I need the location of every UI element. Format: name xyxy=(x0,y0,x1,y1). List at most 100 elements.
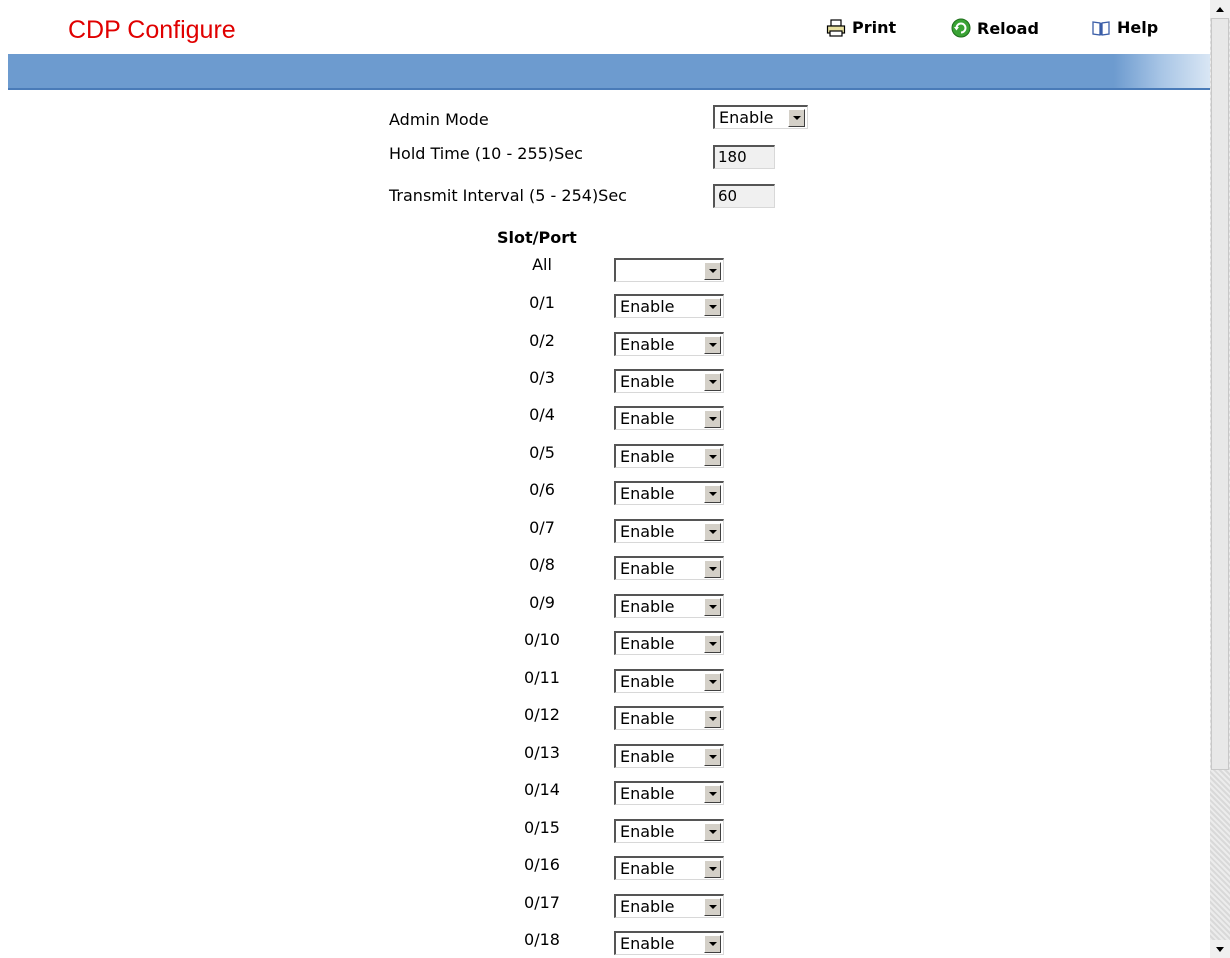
port-mode-select[interactable]: Enable xyxy=(614,856,724,880)
chevron-down-icon[interactable] xyxy=(704,559,721,578)
chevron-down-icon[interactable] xyxy=(704,822,721,841)
chevron-down-icon[interactable] xyxy=(704,859,721,878)
port-mode-value: Enable xyxy=(620,521,675,541)
page-content: CDP Configure Print Reload Help Admin Mo… xyxy=(0,0,1210,958)
port-label: 0/9 xyxy=(529,593,555,612)
port-mode-select[interactable]: Enable xyxy=(614,594,724,618)
scroll-down-button[interactable] xyxy=(1210,940,1230,958)
port-mode-value: Enable xyxy=(620,371,675,391)
admin-mode-value: Enable xyxy=(719,107,774,127)
header-bar-divider xyxy=(8,88,1210,90)
port-mode-select[interactable]: Enable xyxy=(614,706,724,730)
port-label: 0/7 xyxy=(529,518,555,537)
port-mode-select[interactable]: Enable xyxy=(614,781,724,805)
port-mode-value: Enable xyxy=(620,858,675,878)
port-mode-select[interactable]: Enable xyxy=(614,332,724,356)
port-label: 0/18 xyxy=(524,930,560,949)
port-mode-select[interactable]: Enable xyxy=(614,406,724,430)
chevron-down-icon[interactable] xyxy=(704,522,721,541)
port-label: 0/6 xyxy=(529,480,555,499)
port-mode-select[interactable]: Enable xyxy=(614,369,724,393)
chevron-down-icon[interactable] xyxy=(704,634,721,653)
chevron-down-icon[interactable] xyxy=(704,597,721,616)
port-label: 0/15 xyxy=(524,818,560,837)
port-label: 0/17 xyxy=(524,893,560,912)
print-label: Print xyxy=(852,18,897,37)
hold-time-label: Hold Time (10 - 255)Sec xyxy=(389,144,583,163)
slot-port-header: Slot/Port xyxy=(497,228,577,247)
port-label: 0/3 xyxy=(529,368,555,387)
chevron-down-icon[interactable] xyxy=(704,261,721,280)
chevron-down-icon[interactable] xyxy=(704,297,721,316)
port-label: 0/11 xyxy=(524,668,560,687)
chevron-down-icon[interactable] xyxy=(704,784,721,803)
chevron-down-icon[interactable] xyxy=(704,672,721,691)
chevron-down-icon[interactable] xyxy=(788,108,805,127)
port-mode-select[interactable]: Enable xyxy=(614,631,724,655)
chevron-down-icon[interactable] xyxy=(704,484,721,503)
port-mode-value: Enable xyxy=(620,483,675,503)
print-button[interactable]: Print xyxy=(826,18,896,37)
port-mode-value: Enable xyxy=(620,596,675,616)
chevron-down-icon[interactable] xyxy=(704,335,721,354)
admin-mode-label: Admin Mode xyxy=(389,110,489,129)
port-mode-value: Enable xyxy=(620,821,675,841)
reload-label: Reload xyxy=(977,18,1039,38)
port-label: 0/12 xyxy=(524,705,560,724)
port-mode-value: Enable xyxy=(620,896,675,916)
page-title: CDP Configure xyxy=(68,16,236,44)
port-mode-value: Enable xyxy=(620,558,675,578)
printer-icon xyxy=(826,18,846,37)
reload-icon xyxy=(951,18,971,38)
port-mode-select[interactable]: Enable xyxy=(614,519,724,543)
transmit-interval-input[interactable]: 60 xyxy=(713,184,775,208)
port-mode-select[interactable]: Enable xyxy=(614,819,724,843)
arrow-up-icon xyxy=(1216,6,1224,12)
help-button[interactable]: Help xyxy=(1091,18,1158,37)
chevron-down-icon[interactable] xyxy=(704,747,721,766)
port-mode-value: Enable xyxy=(620,671,675,691)
port-mode-select[interactable]: Enable xyxy=(614,744,724,768)
chevron-down-icon[interactable] xyxy=(704,409,721,428)
port-mode-select[interactable]: Enable xyxy=(614,444,724,468)
port-mode-select-all[interactable] xyxy=(614,258,724,282)
scroll-thumb[interactable] xyxy=(1211,18,1229,770)
port-mode-value: Enable xyxy=(620,408,675,428)
help-label: Help xyxy=(1117,18,1159,37)
port-label: All xyxy=(532,255,552,274)
header-bar xyxy=(8,54,1210,88)
port-mode-value: Enable xyxy=(620,334,675,354)
port-mode-select[interactable]: Enable xyxy=(614,931,724,955)
book-icon xyxy=(1091,19,1111,37)
chevron-down-icon[interactable] xyxy=(704,447,721,466)
port-label: 0/8 xyxy=(529,555,555,574)
port-mode-select[interactable]: Enable xyxy=(614,894,724,918)
port-label: 0/5 xyxy=(529,443,555,462)
reload-button[interactable]: Reload xyxy=(951,18,1039,38)
admin-mode-select[interactable]: Enable xyxy=(713,105,808,129)
port-label: 0/2 xyxy=(529,331,555,350)
chevron-down-icon[interactable] xyxy=(704,709,721,728)
port-mode-value: Enable xyxy=(620,446,675,466)
scroll-up-button[interactable] xyxy=(1210,0,1230,18)
port-mode-value: Enable xyxy=(620,783,675,803)
port-label: 0/1 xyxy=(529,293,555,312)
port-label: 0/14 xyxy=(524,780,560,799)
port-mode-value: Enable xyxy=(620,296,675,316)
chevron-down-icon[interactable] xyxy=(704,934,721,953)
transmit-interval-label: Transmit Interval (5 - 254)Sec xyxy=(389,186,627,205)
port-label: 0/4 xyxy=(529,405,555,424)
port-mode-select[interactable]: Enable xyxy=(614,294,724,318)
port-mode-select[interactable]: Enable xyxy=(614,556,724,580)
vertical-scrollbar[interactable] xyxy=(1210,0,1230,958)
port-mode-select[interactable]: Enable xyxy=(614,669,724,693)
arrow-down-icon xyxy=(1216,946,1224,952)
port-mode-value: Enable xyxy=(620,633,675,653)
chevron-down-icon[interactable] xyxy=(704,897,721,916)
port-mode-value: Enable xyxy=(620,933,675,953)
port-mode-select[interactable]: Enable xyxy=(614,481,724,505)
chevron-down-icon[interactable] xyxy=(704,372,721,391)
port-label: 0/16 xyxy=(524,855,560,874)
hold-time-input[interactable]: 180 xyxy=(713,145,775,169)
port-label: 0/13 xyxy=(524,743,560,762)
